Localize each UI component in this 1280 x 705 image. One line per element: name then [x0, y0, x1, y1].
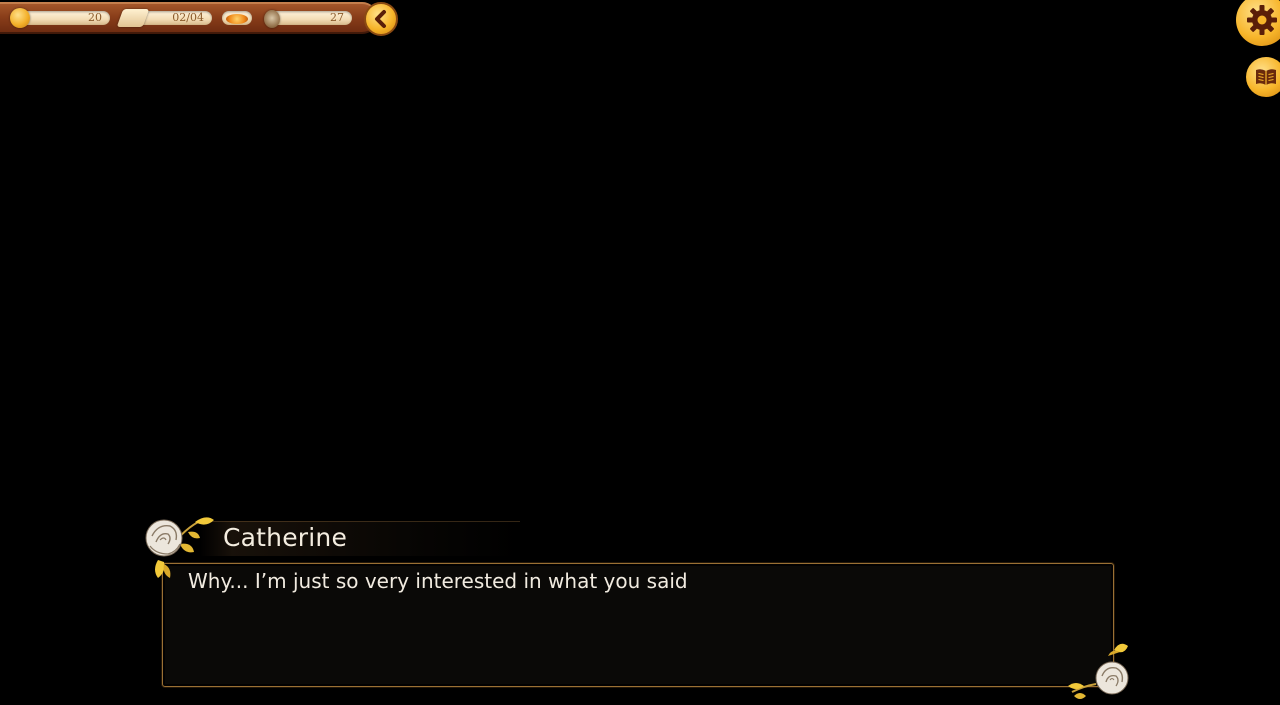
chevron-left-icon: [375, 10, 386, 28]
gear-icon: [1247, 5, 1277, 35]
clock-icon: [264, 10, 280, 28]
game-screen: 20 02/04 27 Catherine Why... I’m just so…: [0, 0, 1280, 705]
top-hud-bar: 20 02/04 27: [0, 2, 378, 34]
speaker-name: Catherine: [223, 523, 348, 552]
rose-icon: [1068, 643, 1129, 699]
time-counter: 27: [268, 11, 352, 25]
journal-button[interactable]: [1246, 57, 1280, 97]
rose-icon: [145, 517, 214, 578]
settings-button[interactable]: [1236, 0, 1280, 46]
coin-icon: [10, 8, 30, 28]
dialogue-text: Why... I’m just so very interested in wh…: [188, 569, 688, 593]
back-button[interactable]: [364, 2, 398, 36]
gem-icon: [226, 14, 248, 24]
book-icon: [1256, 69, 1276, 85]
